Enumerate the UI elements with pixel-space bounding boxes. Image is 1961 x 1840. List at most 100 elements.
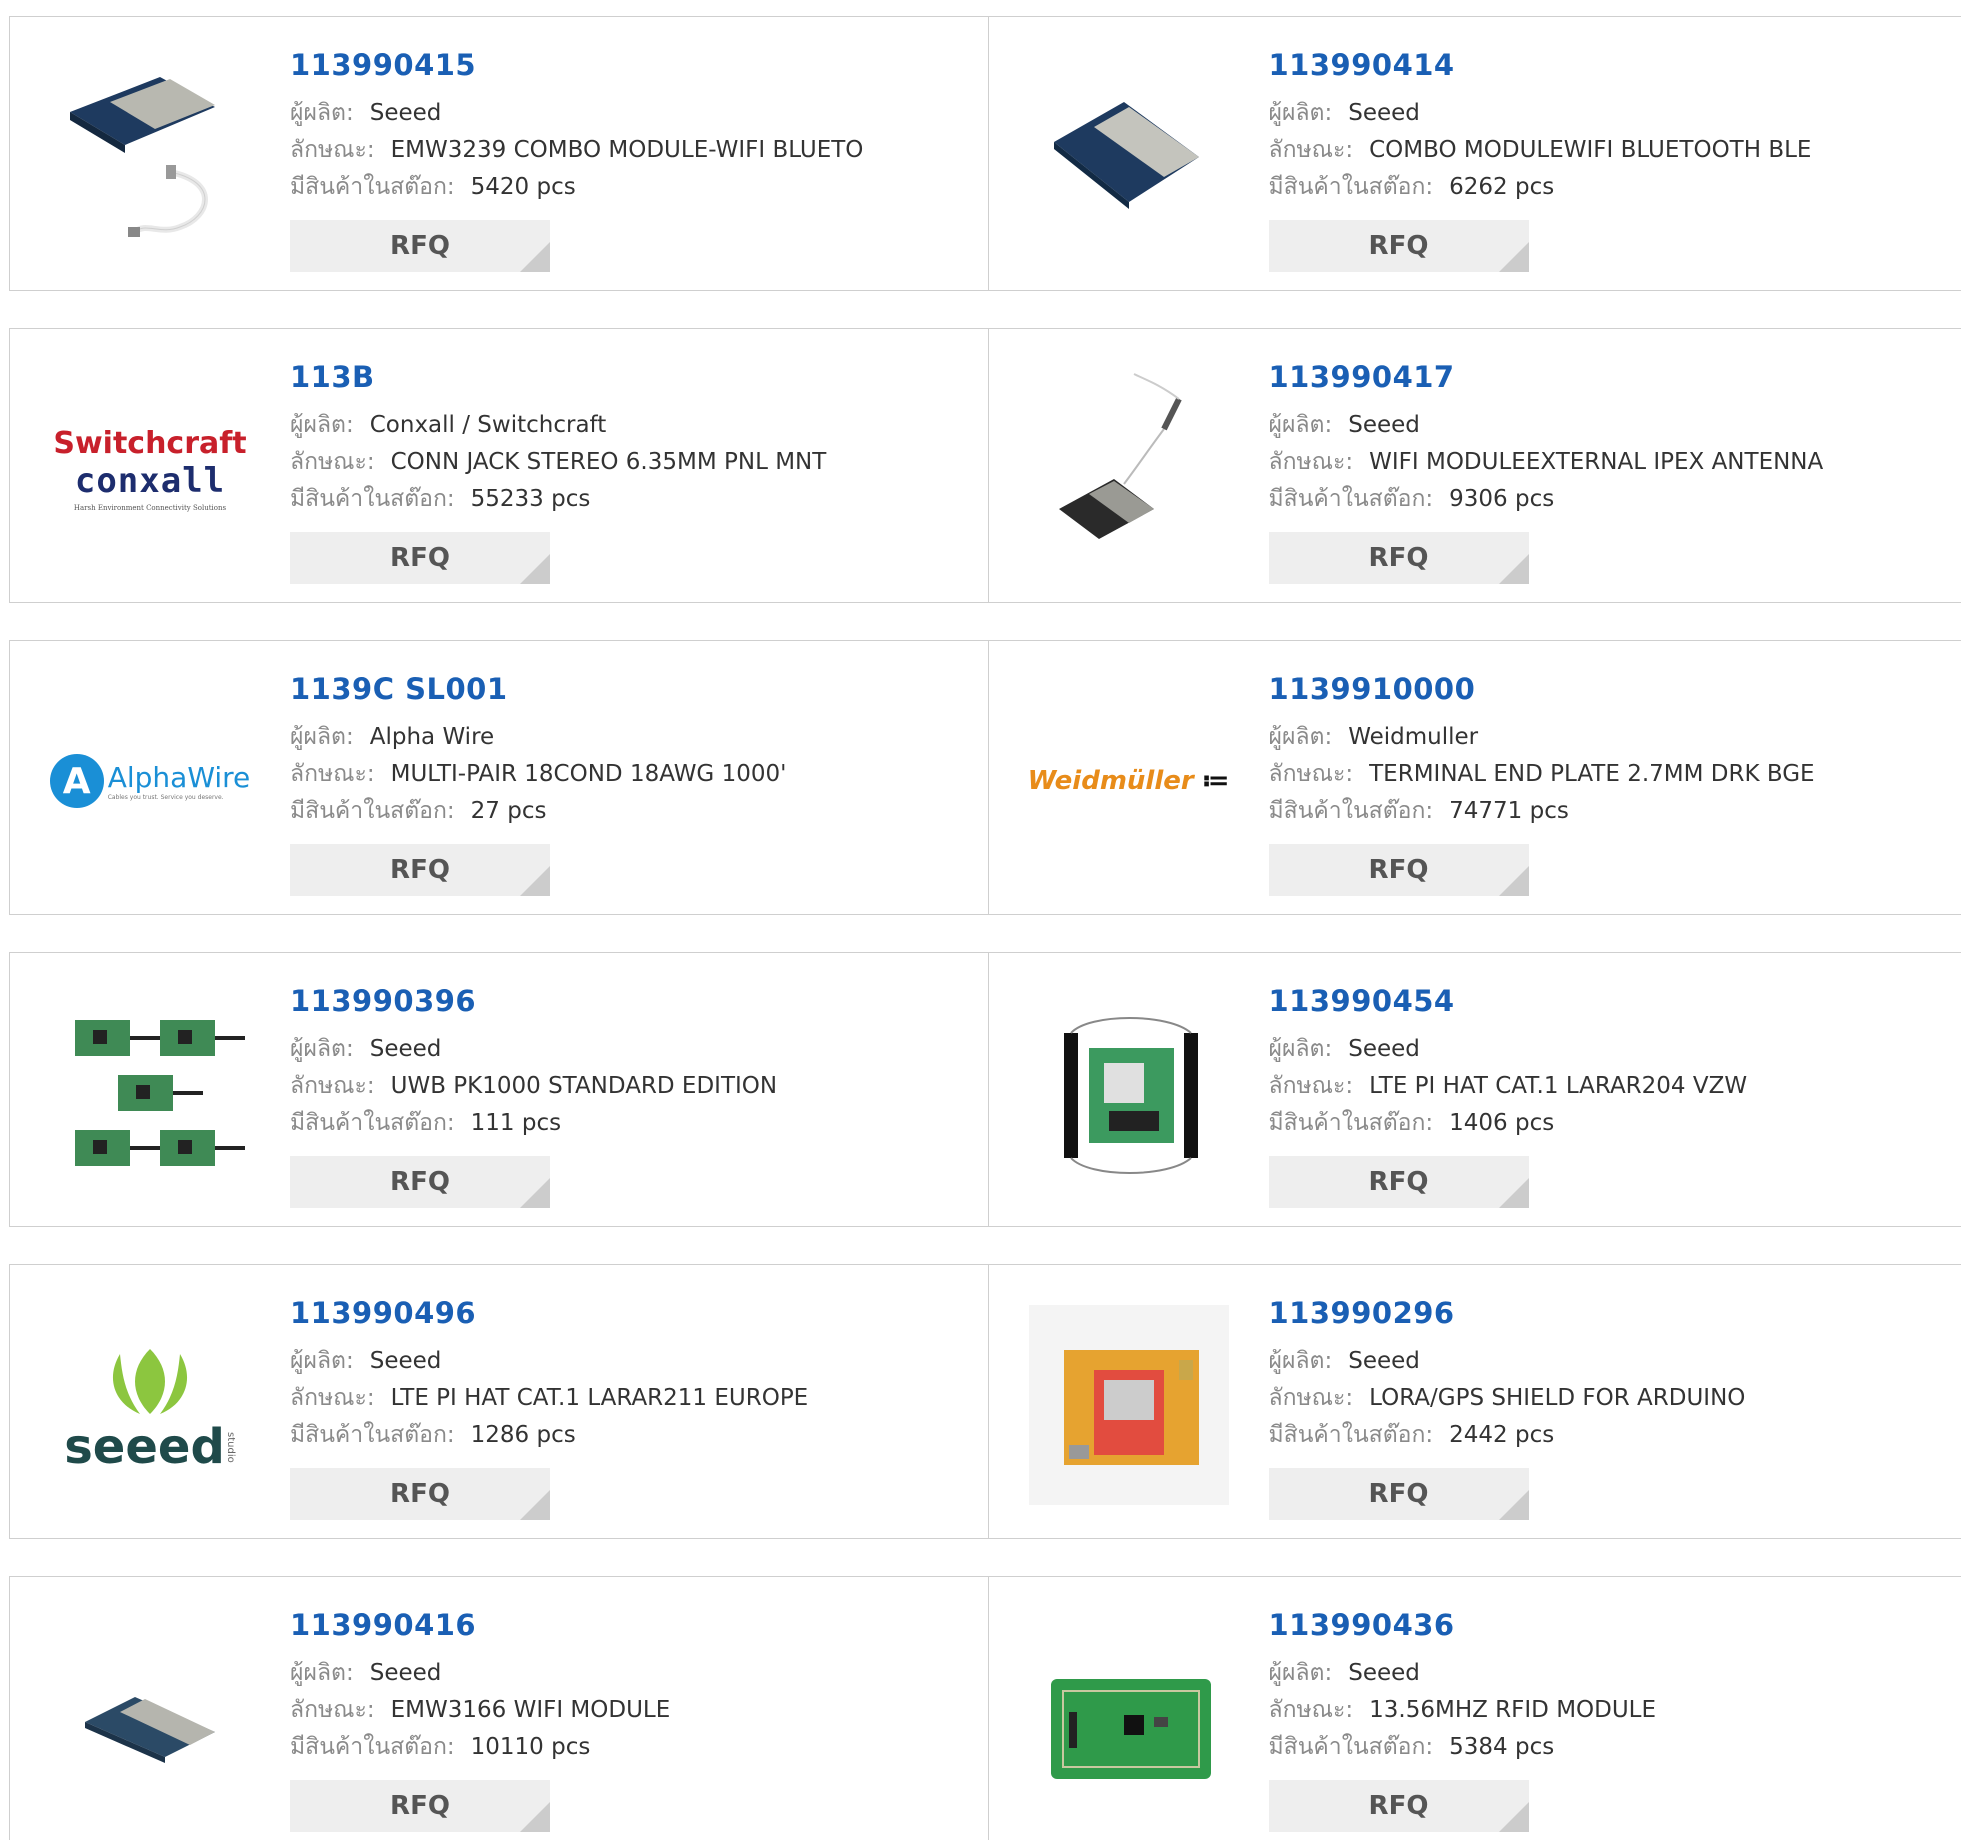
manufacturer-label: ผู้ผลิต: (1268, 1348, 1333, 1374)
manufacturer-label: ผู้ผลิต: (290, 1660, 354, 1686)
part-number-link[interactable]: 113B (290, 359, 826, 395)
product-row: 113990396 ผู้ผลิต: Seeed ลักษณะ: UWB PK1000 … (9, 952, 1961, 1227)
description-label: ลักษณะ: (1268, 1073, 1354, 1099)
stock-label: มีสินค้าในสต๊อก: (290, 1734, 455, 1760)
manufacturer-label: ผู้ผลิต: (290, 412, 354, 438)
part-number-link[interactable]: 113990415 (290, 47, 863, 83)
corner-decoration (520, 554, 550, 584)
stock-label: มีสินค้าในสต๊อก: (1268, 174, 1434, 200)
product-image[interactable] (1028, 1305, 1229, 1505)
part-number-link[interactable]: 1139C SL001 (290, 671, 786, 707)
manufacturer-value: Seeed (1348, 1348, 1420, 1374)
rfq-button[interactable]: RFQ (290, 1156, 550, 1208)
manufacturer-line: ผู้ผลิต: Alpha Wire (290, 719, 786, 756)
description-line: ลักษณะ: TERMINAL END PLATE 2.7MM DRK BGE (1269, 756, 1815, 793)
product-row: 113990415 ผู้ผลิต: Seeed ลักษณะ: EMW3239 COM… (9, 16, 1961, 291)
rfq-label: RFQ (1368, 543, 1429, 573)
seeed-studio-logo: seeedstudio (64, 1339, 236, 1471)
manufacturer-line: ผู้ผลิต: Seeed (1269, 407, 1824, 444)
stock-value: 9306 pcs (1449, 486, 1555, 512)
description-value: LTE PI HAT CAT.1 LARAR211 EUROPE (390, 1385, 809, 1411)
manufacturer-line: ผู้ผลิต: Seeed (290, 1031, 777, 1068)
description-value: COMBO MODULEWIFI BLUETOOTH BLE (1369, 137, 1812, 163)
manufacturer-line: ผู้ผลิต: Seeed (290, 95, 863, 132)
product-card: 113990417 ผู้ผลิต: Seeed ลักษณะ: WIFI MODULE… (987, 329, 1961, 602)
rfq-button[interactable]: RFQ (1268, 532, 1529, 584)
product-card: A AlphaWire Cables you trust. Service you … (10, 641, 988, 914)
rfq-button[interactable]: RFQ (290, 532, 550, 584)
product-image[interactable] (1029, 57, 1229, 257)
rfq-button[interactable]: RFQ (290, 844, 550, 896)
rfq-label: RFQ (390, 543, 450, 573)
description-line: ลักษณะ: UWB PK1000 STANDARD EDITION (290, 1068, 777, 1105)
corner-decoration (1498, 242, 1529, 272)
description-line: ลักษณะ: LTE PI HAT CAT.1 LARAR211 EUROPE (290, 1380, 808, 1417)
description-label: ลักษณะ: (290, 1073, 375, 1099)
rfq-button[interactable]: RFQ (1268, 1156, 1529, 1208)
rfq-label: RFQ (1368, 231, 1429, 261)
description-value: LTE PI HAT CAT.1 LARAR204 VZW (1369, 1073, 1748, 1099)
description-label: ลักษณะ: (290, 761, 375, 787)
rfq-label: RFQ (1368, 1479, 1429, 1509)
stock-value: 55233 pcs (470, 486, 591, 512)
stock-label: มีสินค้าในสต๊อก: (290, 174, 455, 200)
part-number-link[interactable]: 113990454 (1269, 983, 1748, 1019)
part-number-link[interactable]: 113990416 (290, 1607, 670, 1643)
manufacturer-line: ผู้ผลิต: Seeed (1269, 95, 1812, 132)
rfq-button[interactable]: RFQ (290, 220, 550, 272)
stock-line: มีสินค้าในสต๊อก: 10110 pcs (290, 1729, 670, 1766)
rfq-button[interactable]: RFQ (1268, 220, 1529, 272)
product-image[interactable]: Weidmüller ≔ (1028, 681, 1230, 881)
rfq-label: RFQ (1368, 855, 1429, 885)
stock-line: มีสินค้าในสต๊อก: 74771 pcs (1269, 793, 1815, 830)
manufacturer-line: ผู้ผลิต: Weidmuller (1269, 719, 1815, 756)
rfq-button[interactable]: RFQ (1268, 1780, 1529, 1832)
stock-value: 1406 pcs (1449, 1110, 1555, 1136)
part-number-link[interactable]: 113990396 (290, 983, 777, 1019)
description-line: ลักษณะ: EMW3166 WIFI MODULE (290, 1692, 670, 1729)
product-card: 113990436 ผู้ผลิต: Seeed ลักษณะ: 13.56MHZ RF… (987, 1577, 1961, 1840)
manufacturer-value: Weidmuller (1348, 724, 1479, 750)
product-image[interactable]: seeedstudio (50, 1305, 250, 1505)
product-image[interactable] (50, 1617, 250, 1817)
rfq-label: RFQ (390, 231, 450, 261)
description-value: CONN JACK STEREO 6.35MM PNL MNT (390, 449, 827, 475)
manufacturer-label: ผู้ผลิต: (1268, 1036, 1333, 1062)
rfq-label: RFQ (390, 855, 450, 885)
part-number-link[interactable]: 113990296 (1269, 1295, 1746, 1331)
description-label: ลักษณะ: (290, 1697, 375, 1723)
rfq-button[interactable]: RFQ (1268, 844, 1529, 896)
part-number-link[interactable]: 113990496 (290, 1295, 808, 1331)
part-number-link[interactable]: 113990417 (1269, 359, 1824, 395)
part-number-link[interactable]: 113990414 (1269, 47, 1812, 83)
part-number-link[interactable]: 1139910000 (1269, 671, 1815, 707)
rfq-label: RFQ (1368, 1791, 1429, 1821)
product-image[interactable] (50, 57, 250, 257)
corner-decoration (1498, 1802, 1529, 1832)
corner-decoration (520, 1802, 550, 1832)
product-image[interactable]: A AlphaWire Cables you trust. Service you … (49, 681, 250, 881)
description-label: ลักษณะ: (1268, 449, 1354, 475)
manufacturer-label: ผู้ผลิต: (1268, 1660, 1333, 1686)
description-value: EMW3239 COMBO MODULE-WIFI BLUETO (390, 137, 864, 163)
rfq-label: RFQ (390, 1479, 450, 1509)
stock-line: มีสินค้าในสต๊อก: 6262 pcs (1269, 169, 1812, 206)
product-image[interactable] (1029, 993, 1229, 1193)
rfq-button[interactable]: RFQ (290, 1468, 550, 1520)
manufacturer-value: Alpha Wire (369, 724, 495, 750)
description-label: ลักษณะ: (1268, 1697, 1354, 1723)
product-image[interactable]: Switchcraft conxall Harsh Environment Conn… (50, 369, 250, 569)
manufacturer-label: ผู้ผลิต: (1268, 412, 1333, 438)
description-line: ลักษณะ: MULTI-PAIR 18COND 18AWG 1000' (290, 756, 786, 793)
product-image[interactable] (50, 993, 250, 1193)
manufacturer-line: ผู้ผลิต: Seeed (1269, 1031, 1748, 1068)
stock-value: 111 pcs (470, 1110, 562, 1136)
manufacturer-value: Conxall / Switchcraft (369, 412, 607, 438)
product-image[interactable] (1029, 369, 1229, 569)
rfq-button[interactable]: RFQ (290, 1780, 550, 1832)
product-image[interactable] (1029, 1617, 1229, 1817)
rfq-button[interactable]: RFQ (1268, 1468, 1529, 1520)
stock-label: มีสินค้าในสต๊อก: (1268, 798, 1434, 824)
description-label: ลักษณะ: (1268, 137, 1354, 163)
part-number-link[interactable]: 113990436 (1269, 1607, 1657, 1643)
